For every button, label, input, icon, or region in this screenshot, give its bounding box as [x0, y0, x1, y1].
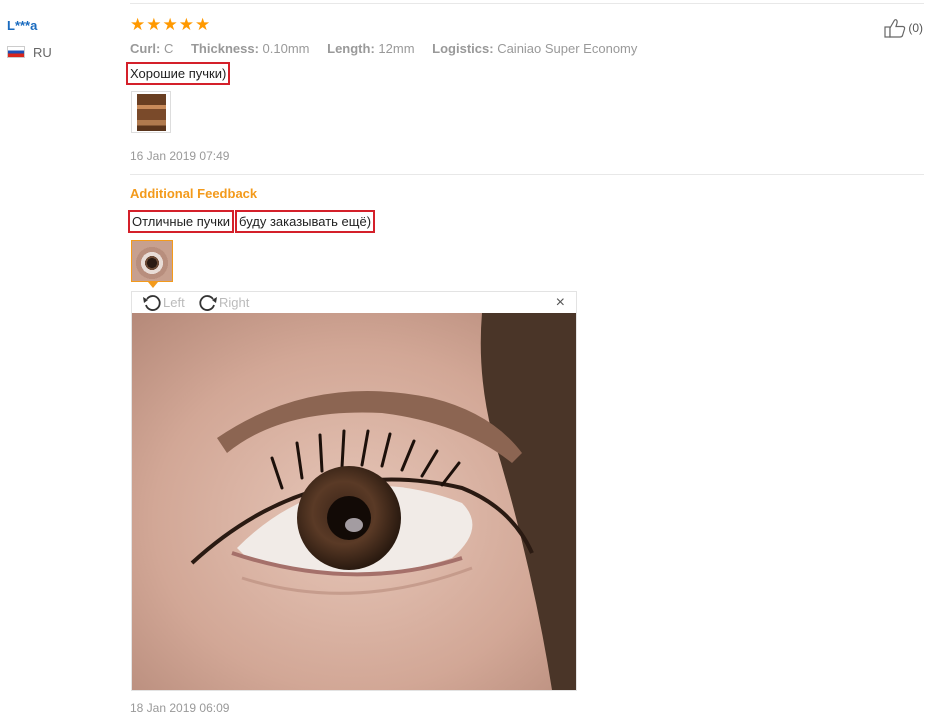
rotate-right-icon [199, 295, 217, 311]
rotate-left-icon [143, 295, 161, 311]
additional-feedback-title: Additional Feedback [130, 186, 258, 201]
reviewer-name[interactable]: L***a [7, 18, 37, 33]
helpful-count: (0) [908, 21, 923, 35]
review-text: Хорошие пучки) [126, 62, 231, 85]
additional-text-part1: Отличные пучки [128, 210, 235, 233]
helpful-button[interactable]: (0) [884, 18, 923, 38]
eye-photo-image [132, 313, 576, 690]
enlarged-eye-photo [132, 313, 576, 690]
rotate-right-button[interactable]: Right [198, 293, 249, 312]
reviewer-country: RU [7, 44, 52, 60]
attr-curl: Curl: C [130, 41, 174, 56]
country-code: RU [33, 44, 52, 60]
rotate-left-label: Left [163, 295, 185, 310]
close-viewer-button[interactable]: × [556, 294, 565, 312]
additional-photo-thumbnail[interactable] [131, 240, 173, 282]
star-rating: ★★★★★ [130, 15, 212, 34]
product-photo [137, 94, 166, 131]
attr-thickness: Thickness: 0.10mm [190, 41, 310, 56]
additional-feedback-date: 18 Jan 2019 06:09 [130, 701, 230, 715]
attr-length: Length: 12mm [327, 41, 415, 56]
review-page: L***a RU ★★★★★ (0) Curl: C Thickness: 0.… [0, 0, 928, 723]
review-photo-thumbnail[interactable] [131, 91, 171, 133]
photo-viewer: Left Right × [131, 291, 577, 691]
divider [130, 3, 924, 4]
additional-feedback-text: Отличные пучки буду заказывать ещё) [128, 210, 376, 233]
review-text-highlight: Хорошие пучки) [126, 62, 231, 85]
thumbnail-caret-icon [148, 282, 158, 288]
divider [130, 174, 924, 175]
rotate-right-label: Right [219, 295, 250, 310]
attr-logistics: Logistics: Cainiao Super Economy [432, 41, 638, 56]
rotate-left-button[interactable]: Left [142, 293, 185, 312]
review-date: 16 Jan 2019 07:49 [130, 149, 230, 163]
additional-text-part2: буду заказывать ещё) [235, 210, 376, 233]
viewer-toolbar: Left Right × [132, 292, 576, 313]
product-attributes: Curl: C Thickness: 0.10mm Length: 12mm L… [130, 41, 651, 56]
russia-flag-icon [7, 46, 25, 58]
thumbs-up-icon [884, 19, 906, 38]
